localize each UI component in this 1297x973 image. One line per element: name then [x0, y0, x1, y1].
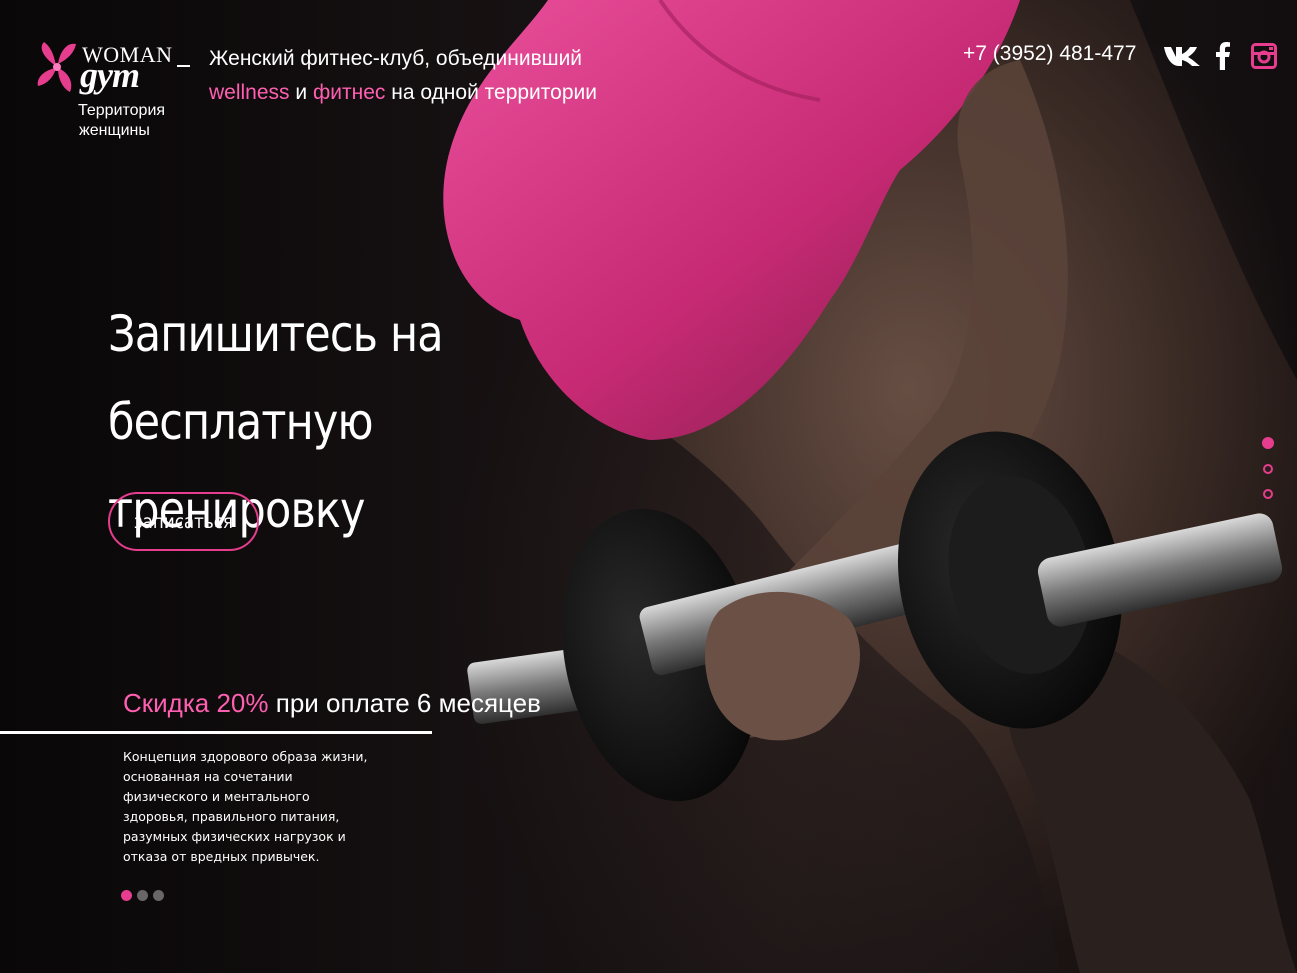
tagline-and: и — [295, 81, 308, 104]
promo-slider-dots — [121, 890, 164, 901]
instagram-link[interactable] — [1250, 42, 1278, 70]
slide-dot-3[interactable] — [1263, 489, 1273, 499]
slide-dot-2[interactable] — [1263, 464, 1273, 474]
phone-link[interactable]: +7 (3952) 481-477 — [963, 42, 1136, 66]
slide-dot-1[interactable] — [1262, 437, 1274, 449]
promo-dot-3[interactable] — [153, 890, 164, 901]
tagline-line1: Женский фитнес-клуб, объединивший — [209, 47, 583, 70]
vk-link[interactable] — [1162, 42, 1202, 70]
tagline-fitness: фитнес — [312, 81, 386, 104]
logo-brand-main: gym — [80, 55, 140, 95]
tagline-wellness: wellness — [209, 81, 290, 104]
promo-underline — [0, 731, 432, 734]
promo-rest: при оплате 6 месяцев — [275, 688, 541, 718]
hero-slider-dots — [1262, 437, 1278, 514]
logo-tagline-line1: Территория — [78, 102, 166, 119]
logo-tagline-line2: женщины — [79, 122, 150, 139]
tagline-line2: wellness и фитнес на одной территории — [209, 76, 597, 110]
vk-icon — [1164, 47, 1200, 66]
header-tagline: Женский фитнес-клуб, объединивший wellne… — [209, 42, 597, 110]
promo-dot-1[interactable] — [121, 890, 132, 901]
facebook-icon — [1216, 42, 1230, 70]
instagram-icon — [1251, 43, 1277, 69]
promo-highlight: Скидка 20% — [123, 688, 269, 718]
signup-button-label: записаться — [133, 510, 234, 533]
tagline-rest: на одной территории — [391, 81, 597, 104]
header-divider — [177, 65, 190, 67]
signup-button[interactable]: записаться — [108, 492, 259, 551]
promo-title: Скидка 20% при оплате 6 месяцев — [123, 688, 541, 719]
promo-description: Концепция здорового образа жизни, основа… — [123, 749, 368, 864]
logo-tagline: Территория женщины — [78, 101, 188, 141]
logo[interactable]: WOMAN gym Территория женщины — [34, 38, 174, 148]
flower-logo-icon — [37, 42, 76, 92]
promo-dot-2[interactable] — [137, 890, 148, 901]
facebook-link[interactable] — [1212, 42, 1234, 70]
headline-line1: Запишитесь на бесплатную — [108, 305, 444, 451]
